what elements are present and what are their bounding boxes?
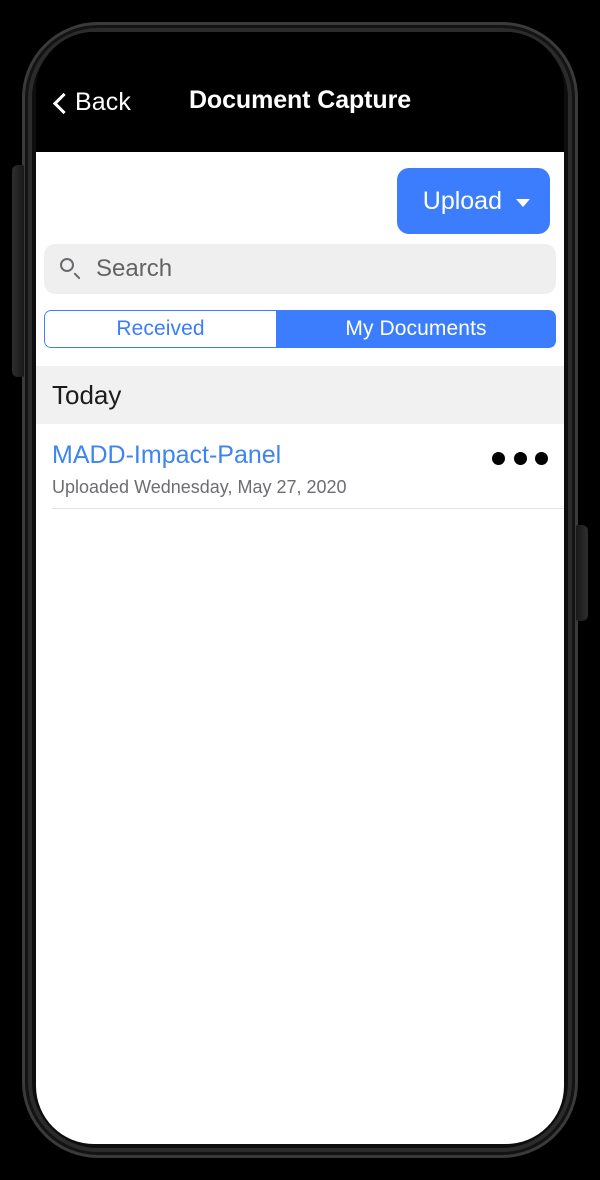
more-horizontal-icon-dot bbox=[492, 452, 505, 465]
upload-button-label: Upload bbox=[422, 186, 502, 215]
tab-my-documents[interactable]: My Documents bbox=[276, 310, 556, 348]
phone-mockup: Back Document Capture Upload Received bbox=[0, 0, 600, 1180]
search-input[interactable] bbox=[94, 254, 540, 284]
phone-screen: Back Document Capture Upload Received bbox=[36, 32, 564, 1144]
tab-received[interactable]: Received bbox=[44, 310, 276, 348]
page-title: Document Capture bbox=[188, 86, 412, 114]
upload-button[interactable]: Upload bbox=[396, 168, 550, 234]
search-icon bbox=[60, 258, 82, 280]
app-content: Upload Received My Documents Today bbox=[36, 152, 564, 1144]
navigation-bar: Back Document Capture bbox=[36, 32, 564, 152]
caret-down-icon bbox=[516, 198, 530, 207]
section-header-label: Today bbox=[52, 379, 122, 410]
list-divider bbox=[52, 507, 564, 509]
document-list: MADD-Impact-Panel Uploaded Wednesday, Ma… bbox=[36, 424, 564, 509]
section-header-today: Today bbox=[36, 366, 564, 424]
search-bar[interactable] bbox=[44, 244, 556, 294]
document-subtitle: Uploaded Wednesday, May 27, 2020 bbox=[52, 476, 347, 497]
list-item-text: MADD-Impact-Panel Uploaded Wednesday, Ma… bbox=[52, 441, 492, 498]
toolbar: Upload bbox=[36, 152, 564, 244]
document-title-link[interactable]: MADD-Impact-Panel bbox=[52, 441, 281, 470]
segmented-control: Received My Documents bbox=[44, 310, 556, 348]
more-options-button[interactable] bbox=[492, 452, 548, 465]
power-button[interactable] bbox=[576, 525, 588, 621]
more-horizontal-icon-dot bbox=[535, 452, 548, 465]
volume-button[interactable] bbox=[12, 165, 24, 377]
tab-my-documents-label: My Documents bbox=[345, 317, 487, 340]
tab-received-label: Received bbox=[116, 317, 205, 340]
more-horizontal-icon-dot bbox=[513, 452, 527, 465]
list-item[interactable]: MADD-Impact-Panel Uploaded Wednesday, Ma… bbox=[36, 424, 564, 508]
